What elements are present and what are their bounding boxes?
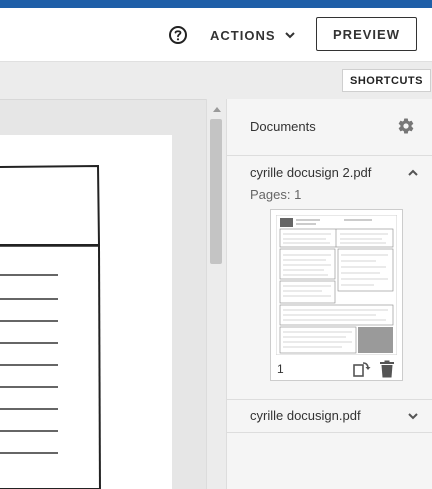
document-name[interactable]: cyrille docusign.pdf — [250, 408, 361, 423]
scroll-up-arrow-icon[interactable] — [212, 105, 222, 113]
thumbnail-image — [276, 215, 397, 355]
page-thumbnail[interactable]: 1 — [270, 209, 403, 381]
chevron-down-icon — [284, 32, 295, 39]
documents-panel: Documents cyrille docusign 2.pdf Pages: … — [226, 99, 432, 489]
document-viewer[interactable] — [0, 99, 206, 489]
shortcuts-button[interactable]: SHORTCUTS — [342, 69, 431, 92]
chevron-up-icon[interactable] — [407, 167, 419, 179]
scroll-thumb[interactable] — [210, 119, 222, 264]
viewer-scrollbar[interactable] — [206, 99, 226, 489]
documents-title: Documents — [250, 119, 316, 134]
divider — [227, 399, 432, 400]
question-circle-icon[interactable] — [168, 25, 188, 45]
trash-icon[interactable] — [379, 360, 395, 378]
chevron-down-icon[interactable] — [407, 410, 419, 422]
divider — [227, 432, 432, 433]
toolbar: SHORTCUTS — [0, 61, 432, 99]
rotate-icon[interactable] — [353, 360, 371, 378]
page-number: 1 — [277, 362, 284, 376]
divider — [227, 155, 432, 156]
actions-menu[interactable]: ACTIONS — [210, 26, 296, 44]
pages-count: Pages: 1 — [250, 187, 302, 202]
header: ACTIONS PREVIEW — [0, 8, 432, 61]
document-page — [0, 135, 172, 489]
actions-label: ACTIONS — [210, 27, 276, 43]
top-accent-bar — [0, 0, 432, 8]
preview-button[interactable]: PREVIEW — [316, 17, 417, 51]
document-name[interactable]: cyrille docusign 2.pdf — [250, 165, 371, 180]
gear-icon[interactable] — [397, 117, 415, 135]
